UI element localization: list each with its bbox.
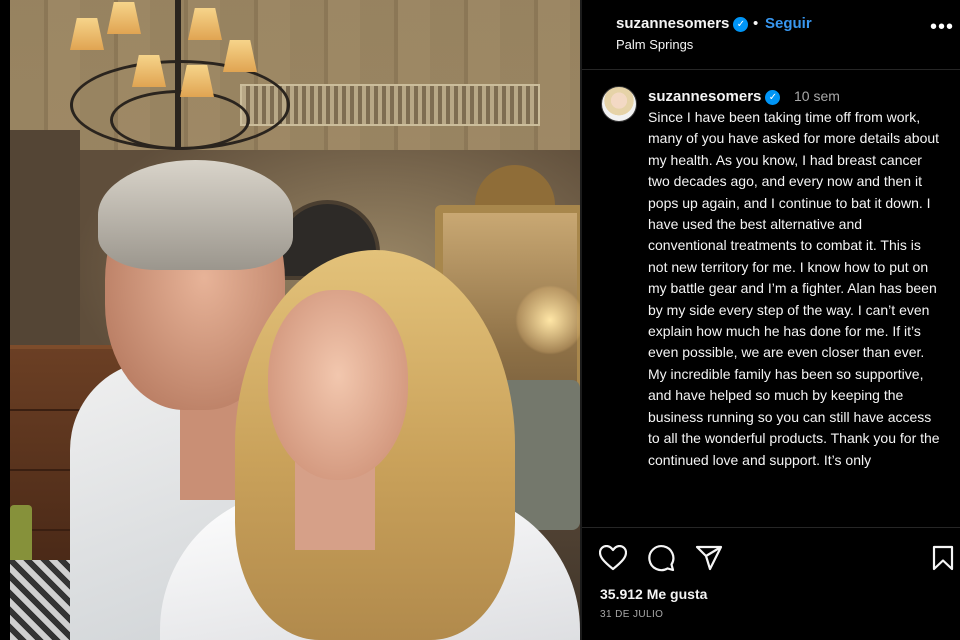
more-options-icon[interactable]: •••: [930, 16, 954, 39]
patterned-rug: [10, 560, 70, 640]
likes-count[interactable]: 35.912 Me gusta: [600, 586, 707, 602]
post-photo[interactable]: [10, 0, 580, 640]
post-time[interactable]: 10 sem: [794, 88, 840, 104]
actions-bar: 35.912 Me gusta 31 DE JULIO: [582, 527, 960, 640]
follow-button[interactable]: Seguir: [765, 15, 812, 32]
caption-username[interactable]: suzannesomers ✓: [648, 88, 781, 105]
location-link[interactable]: Palm Springs: [616, 37, 693, 52]
comment-icon[interactable]: [646, 543, 676, 573]
avatar[interactable]: [601, 86, 637, 122]
left-wall: [10, 130, 80, 370]
bookmark-icon[interactable]: [928, 543, 958, 573]
lamp-glow: [515, 285, 580, 355]
post-header: suzannesomers ✓ • Seguir Palm Springs •••: [582, 0, 960, 70]
verified-badge-icon: ✓: [765, 90, 781, 105]
share-icon[interactable]: [694, 543, 724, 573]
woman-face: [268, 290, 408, 480]
heart-icon[interactable]: [598, 543, 628, 573]
man-hair: [98, 160, 293, 270]
left-black-strip: [0, 0, 10, 640]
verified-badge-icon: ✓: [733, 17, 749, 32]
chandelier-arm: [110, 90, 250, 150]
caption-scroll-area[interactable]: suzannesomers ✓ 10 sem Since I have been …: [582, 71, 960, 526]
caption-text: Since I have been taking time off from w…: [648, 109, 940, 468]
caption-username-text[interactable]: suzannesomers: [648, 88, 761, 105]
separator-dot: •: [753, 15, 759, 32]
header-username-text[interactable]: suzannesomers: [616, 15, 729, 32]
header-username[interactable]: suzannesomers ✓: [616, 15, 749, 32]
post-date: 31 DE JULIO: [600, 609, 664, 620]
post-side-panel: suzannesomers ✓ • Seguir Palm Springs •••…: [582, 0, 960, 640]
